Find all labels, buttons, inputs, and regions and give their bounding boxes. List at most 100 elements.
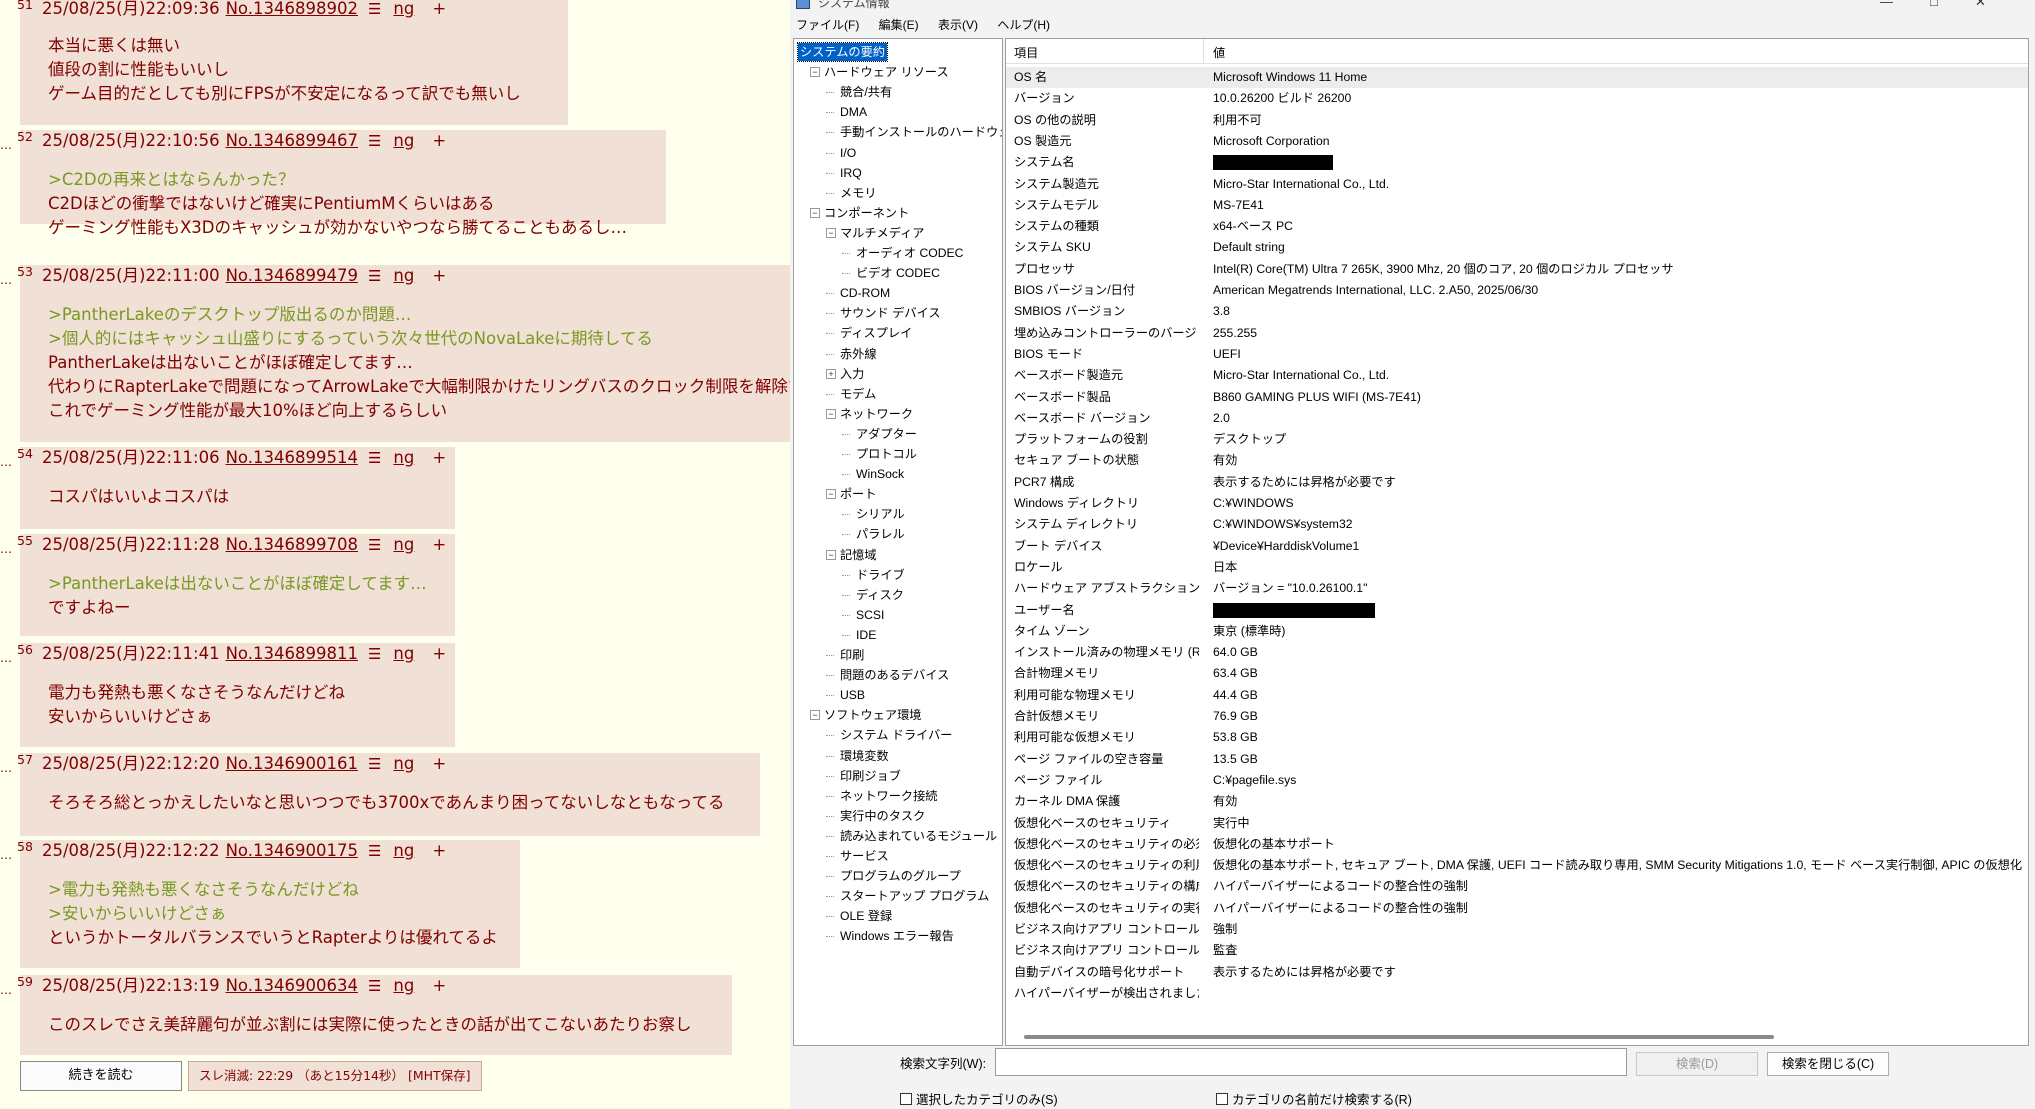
post-menu-icon[interactable]: ☰: [368, 536, 381, 554]
post-menu-icon[interactable]: ☰: [368, 132, 381, 150]
tree-item[interactable]: モデム: [840, 385, 876, 403]
tree-item[interactable]: パラレル: [856, 525, 905, 543]
grid-row[interactable]: OS の他の説明 利用不可: [1006, 110, 2028, 131]
tree-item[interactable]: マルチメディア: [840, 224, 924, 242]
post-plus-button[interactable]: +: [432, 754, 446, 773]
grid-row[interactable]: 自動デバイスの暗号化サポート 表示するためには昇格が必要です: [1006, 962, 2028, 983]
tree-item[interactable]: 読み込まれているモジュール: [840, 827, 997, 845]
grid-row[interactable]: 利用可能な仮想メモリ 53.8 GB: [1006, 727, 2028, 748]
post-no-link[interactable]: No.1346899708: [226, 535, 358, 554]
post-menu-icon[interactable]: ☰: [368, 842, 381, 860]
grid-row[interactable]: 仮想化ベースのセキュリティの実行… ハイパーバイザーによるコードの整合性の強制: [1006, 898, 2028, 919]
tree-item[interactable]: アダプター: [856, 425, 917, 443]
post-no-link[interactable]: No.1346899479: [226, 266, 358, 285]
collapse-icon[interactable]: −: [826, 227, 836, 238]
tree-item[interactable]: プログラムのグループ: [840, 867, 961, 885]
grid-row[interactable]: 合計仮想メモリ 76.9 GB: [1006, 706, 2028, 727]
tree-item[interactable]: サービス: [840, 847, 889, 865]
grid-row[interactable]: 埋め込みコントローラーのバージョン 255.255: [1006, 323, 2028, 344]
tree-item[interactable]: Windows エラー報告: [840, 927, 954, 945]
post-menu-icon[interactable]: ☰: [368, 267, 381, 285]
grid-row[interactable]: Windows ディレクトリ C:¥WINDOWS: [1006, 493, 2028, 514]
read-more-button[interactable]: 続きを読む: [20, 1061, 182, 1091]
tree-item[interactable]: ネットワーク: [840, 405, 913, 423]
collapse-icon[interactable]: −: [810, 207, 820, 218]
grid-row[interactable]: ビジネス向けアプリ コントロール ポリ… 強制: [1006, 919, 2028, 940]
maximize-icon[interactable]: □: [1930, 0, 1938, 9]
tree-item[interactable]: I/O: [840, 144, 856, 162]
close-icon[interactable]: ✕: [1975, 0, 1986, 10]
post-menu-icon[interactable]: ☰: [368, 0, 381, 18]
grid-row[interactable]: バージョン 10.0.26200 ビルド 26200: [1006, 88, 2028, 109]
post-ng-link[interactable]: ng: [393, 131, 414, 150]
expand-icon[interactable]: +: [826, 368, 836, 379]
menu-view[interactable]: 表示(V): [938, 18, 978, 32]
grid-row[interactable]: SMBIOS バージョン 3.8: [1006, 301, 2028, 322]
grid-row[interactable]: タイム ゾーン 東京 (標準時): [1006, 621, 2028, 642]
tree-item[interactable]: システム ドライバー: [840, 726, 952, 744]
menu-file[interactable]: ファイル(F): [796, 18, 859, 32]
tree-item[interactable]: コンポーネント: [824, 204, 909, 222]
collapse-icon[interactable]: −: [810, 710, 820, 721]
post-ng-link[interactable]: ng: [393, 644, 414, 663]
grid-row[interactable]: システム名: [1006, 152, 2028, 173]
tree-item[interactable]: IRQ: [840, 164, 862, 182]
grid-row[interactable]: 利用可能な物理メモリ 44.4 GB: [1006, 685, 2028, 706]
checkbox-box[interactable]: [1216, 1093, 1228, 1105]
tree-item[interactable]: ディスク: [856, 586, 904, 604]
horizontal-scrollbar[interactable]: [1024, 1035, 1774, 1039]
grid-row[interactable]: ページ ファイル C:¥pagefile.sys: [1006, 770, 2028, 791]
tree-item[interactable]: ハードウェア リソース: [824, 63, 949, 81]
grid-row[interactable]: システム SKU Default string: [1006, 237, 2028, 258]
post-plus-button[interactable]: +: [432, 976, 446, 995]
search-input[interactable]: [995, 1048, 1627, 1076]
grid-row[interactable]: 仮想化ベースのセキュリティの構成… ハイパーバイザーによるコードの整合性の強制: [1006, 876, 2028, 897]
tree-item[interactable]: 環境変数: [840, 747, 889, 765]
grid-row[interactable]: OS 製造元 Microsoft Corporation: [1006, 131, 2028, 152]
grid-row[interactable]: ビジネス向けアプリ コントロールのユー… 監査: [1006, 940, 2028, 961]
grid-row[interactable]: OS 名 Microsoft Windows 11 Home: [1006, 67, 2028, 88]
grid-row[interactable]: ハードウェア アブストラクション レイヤーバージョン = "10.0.26100…: [1006, 578, 2028, 599]
grid-row[interactable]: ベースボード バージョン 2.0: [1006, 408, 2028, 429]
post-plus-button[interactable]: +: [432, 841, 446, 860]
collapse-icon[interactable]: −: [826, 489, 836, 500]
tree-item[interactable]: オーディオ CODEC: [856, 244, 963, 262]
tree-item[interactable]: サウンド デバイス: [840, 304, 941, 322]
grid-row[interactable]: システムの種類 x64-ベース PC: [1006, 216, 2028, 237]
collapse-icon[interactable]: −: [810, 67, 820, 78]
menu-help[interactable]: ヘルプ(H): [997, 18, 1050, 32]
tree-item[interactable]: ドライブ: [856, 566, 905, 584]
search-button[interactable]: 検索(D): [1636, 1052, 1758, 1076]
tree-item[interactable]: 実行中のタスク: [840, 807, 925, 825]
tree-item[interactable]: プロトコル: [856, 445, 917, 463]
grid-row[interactable]: システムモデル MS-7E41: [1006, 195, 2028, 216]
post-ng-link[interactable]: ng: [393, 448, 414, 467]
post-menu-icon[interactable]: ☰: [368, 755, 381, 773]
post-plus-button[interactable]: +: [432, 0, 446, 18]
tree-item[interactable]: 印刷: [840, 646, 864, 664]
grid-row[interactable]: システム ディレクトリ C:¥WINDOWS¥system32: [1006, 514, 2028, 535]
tree-item[interactable]: 問題のあるデバイス: [840, 666, 949, 684]
grid-row[interactable]: ベースボード製造元 Micro-Star International Co., L…: [1006, 365, 2028, 386]
grid-row[interactable]: 合計物理メモリ 63.4 GB: [1006, 663, 2028, 684]
tree-item[interactable]: ポート: [840, 485, 877, 503]
grid-row[interactable]: 仮想化ベースのセキュリティの必須セ… 仮想化の基本サポート: [1006, 834, 2028, 855]
grid-row[interactable]: ベースボード製品 B860 GAMING PLUS WIFI (MS-7E41): [1006, 387, 2028, 408]
menu-edit[interactable]: 編集(E): [879, 18, 919, 32]
tree-item[interactable]: ディスプレイ: [840, 324, 912, 342]
tree-item[interactable]: スタートアップ プログラム: [840, 887, 989, 905]
post-plus-button[interactable]: +: [432, 448, 446, 467]
post-ng-link[interactable]: ng: [393, 841, 414, 860]
post-menu-icon[interactable]: ☰: [368, 449, 381, 467]
category-tree[interactable]: システムの要約 − ハードウェア リソース 競合/共有 DMA 手動インストールのハードウ…: [793, 38, 1003, 1046]
grid-row[interactable]: セキュア ブートの状態 有効: [1006, 450, 2028, 471]
grid-row[interactable]: プラットフォームの役割 デスクトップ: [1006, 429, 2028, 450]
collapse-icon[interactable]: −: [826, 408, 836, 419]
tree-item[interactable]: 記憶域: [840, 546, 877, 564]
tree-item[interactable]: ネットワーク接続: [840, 787, 938, 805]
grid-row[interactable]: インストール済みの物理メモリ (RAM) 64.0 GB: [1006, 642, 2028, 663]
grid-row[interactable]: ロケール 日本: [1006, 557, 2028, 578]
tree-item[interactable]: 印刷ジョブ: [840, 767, 901, 785]
close-search-button[interactable]: 検索を閉じる(C): [1767, 1052, 1889, 1076]
tree-item[interactable]: ビデオ CODEC: [856, 264, 940, 282]
